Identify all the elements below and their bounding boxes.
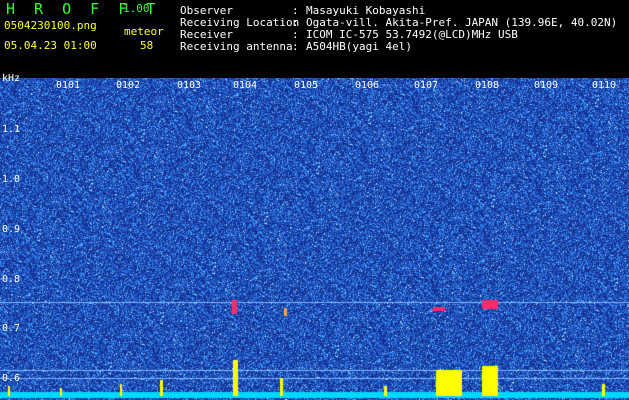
y-tick-label: 0.7	[2, 323, 21, 334]
y-tick-label: 1.1	[2, 124, 21, 135]
x-tick-label: 0104	[233, 80, 258, 91]
x-tick-label: 0108	[475, 80, 500, 91]
version-label: 1.00	[123, 2, 150, 15]
antenna-label: Receiving antenna	[180, 40, 293, 53]
detection-count: 58	[140, 39, 154, 52]
timestamp-label: 05.04.23 01:00	[4, 39, 97, 52]
x-tick-label: 0110	[592, 80, 617, 91]
detection-type-label: meteor	[124, 25, 164, 38]
x-tick-label: 0102	[116, 80, 141, 91]
x-tick-label: 0103	[177, 80, 202, 91]
x-tick-label: 0109	[534, 80, 559, 91]
x-tick-label: 0107	[414, 80, 439, 91]
y-tick-label: 0.8	[2, 274, 21, 285]
y-tick-label: 1.0	[2, 174, 21, 185]
spectrogram-plot	[0, 78, 629, 400]
x-tick-label: 0101	[56, 80, 81, 91]
antenna-value: A504HB(yagi 4el)	[306, 40, 412, 53]
x-tick-label: 0106	[355, 80, 380, 91]
y-tick-label: 0.6	[2, 373, 21, 384]
filename-label: 0504230100.png	[4, 19, 97, 32]
unit-label: kHz	[2, 73, 21, 84]
y-tick-label: 0.9	[2, 224, 21, 235]
antenna-separator: :	[292, 40, 299, 53]
x-tick-label: 0105	[294, 80, 319, 91]
